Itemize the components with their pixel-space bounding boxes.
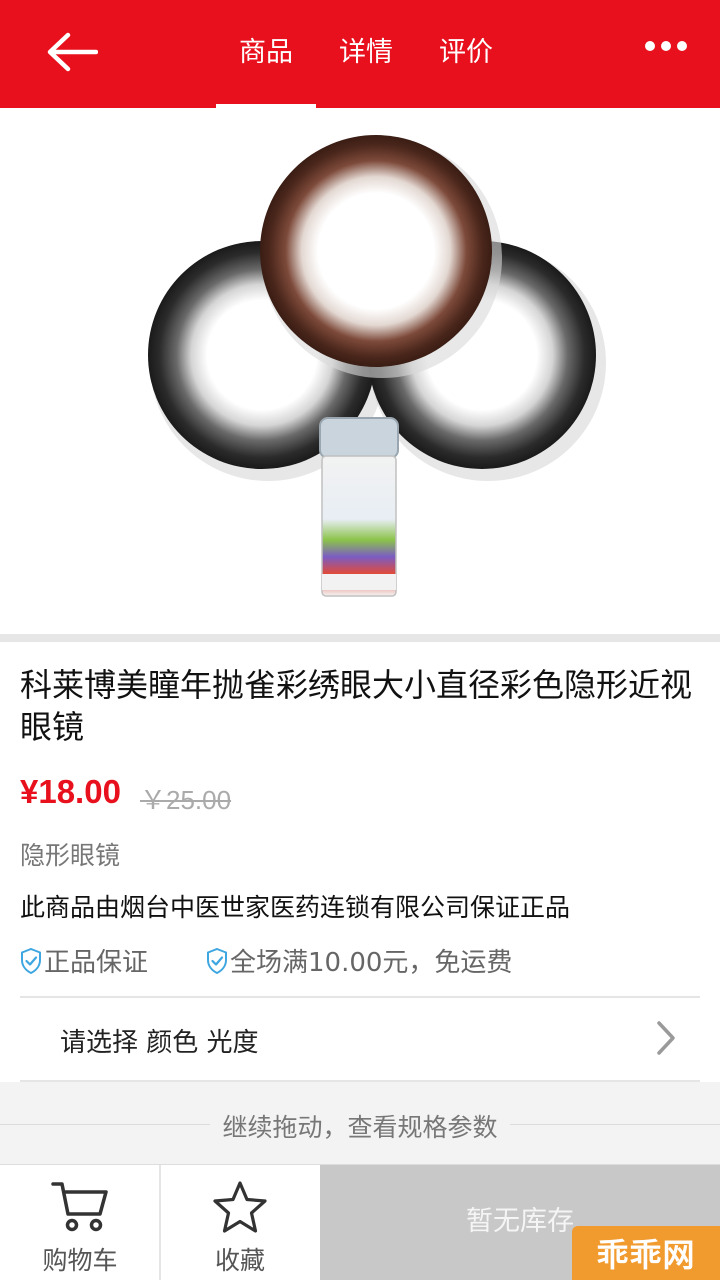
product-category: 隐形眼镜	[20, 841, 121, 870]
guarantee-text: 此商品由烟台中医世家医药连锁有限公司保证正品	[20, 893, 571, 922]
more-button[interactable]	[636, 26, 696, 66]
shopping-cart-icon	[51, 1182, 108, 1232]
arrow-left-icon	[47, 32, 98, 72]
badge-authentic: 正品保证	[20, 942, 148, 979]
original-price: ￥25.00	[140, 785, 232, 815]
contact-lens-product-image	[148, 135, 606, 597]
shield-check-icon	[207, 947, 227, 974]
product-image[interactable]	[0, 108, 720, 634]
star-icon	[213, 1181, 267, 1233]
cart-label: 购物车	[42, 1246, 118, 1275]
badge-label: 正品保证	[44, 948, 149, 978]
chevron-right-icon	[657, 1021, 675, 1055]
product-title: 科莱博美瞳年抛雀彩绣眼大小直径彩色隐形近视眼镜	[20, 666, 693, 746]
tab-reviews[interactable]: 评价	[416, 0, 516, 108]
drag-hint-text: 继续拖动，查看规格参数	[222, 1113, 498, 1142]
favorite-label: 收藏	[214, 1246, 265, 1275]
badge-free-shipping: 全场满10.00元，免运费	[206, 942, 512, 979]
top-nav-bar: 商品 详情 评价	[0, 0, 720, 108]
product-price: ¥18.00	[20, 773, 121, 810]
shield-check-icon	[21, 947, 41, 974]
gallery-divider	[0, 634, 720, 642]
cart-button[interactable]: 购物车	[0, 1165, 160, 1280]
site-watermark: 乖乖网	[572, 1226, 720, 1280]
back-button[interactable]	[40, 26, 104, 78]
drag-hint-area[interactable]: 继续拖动，查看规格参数	[0, 1082, 720, 1164]
tab-details[interactable]: 详情	[316, 0, 416, 108]
spec-selector[interactable]: 请选择 颜色 光度	[0, 998, 720, 1080]
tab-bar: 商品 详情 评价	[216, 0, 516, 108]
more-dots-icon	[645, 41, 687, 51]
favorite-button[interactable]: 收藏	[160, 1165, 320, 1280]
badge-label: 全场满10.00元，免运费	[230, 948, 513, 978]
spec-selector-label: 请选择 颜色 光度	[60, 1028, 259, 1058]
tab-product[interactable]: 商品	[216, 0, 316, 108]
